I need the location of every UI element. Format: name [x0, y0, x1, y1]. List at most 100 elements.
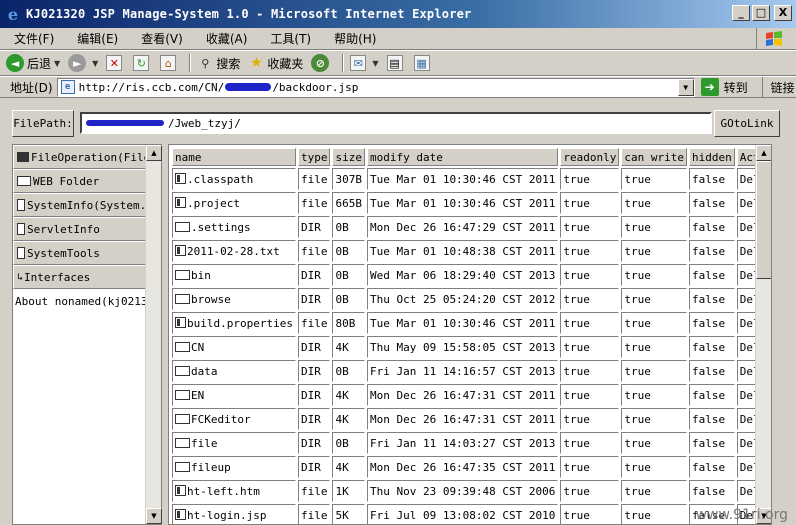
- file-name-cell[interactable]: file: [172, 432, 296, 454]
- file-type-cell: DIR: [297, 288, 331, 310]
- file-date-cell-text: Fri Jul 09 13:08:02 CST 2010: [369, 508, 556, 522]
- scroll-up-button[interactable]: ▲: [146, 145, 162, 161]
- print-button[interactable]: ▤: [386, 55, 406, 71]
- file-name-cell[interactable]: EN: [172, 384, 296, 406]
- left-nav: FileOperation(File. WEB Folder SystemInf…: [12, 144, 162, 525]
- file-type-cell-text: DIR: [300, 340, 321, 354]
- scroll-up-button[interactable]: ▲: [756, 145, 771, 161]
- window-controls: _ □ X: [732, 5, 792, 21]
- page-content: FilePath: /Jweb_tzyj/ GOtoLink FileOpera…: [0, 100, 796, 525]
- nav-item-about[interactable]: About nonamed(kj021320: [13, 289, 147, 313]
- nav-item-interfaces[interactable]: ↳ Interfaces: [13, 265, 147, 289]
- search-label: 搜索: [216, 56, 241, 71]
- file-name-cell[interactable]: 2011-02-28.txt: [172, 240, 296, 262]
- hidden-cell-text: false: [692, 220, 726, 234]
- nav-item-label: FileOperation(File.: [31, 150, 147, 164]
- file-date-cell-text: Thu May 09 15:58:05 CST 2013: [369, 340, 556, 354]
- file-type-cell-text: DIR: [300, 412, 321, 426]
- stop-icon: ✕: [106, 55, 123, 71]
- refresh-icon: ↻: [133, 55, 150, 71]
- file-size-cell: 665B: [332, 192, 365, 214]
- col-type: type: [297, 148, 331, 166]
- file-name-cell[interactable]: bin: [172, 264, 296, 286]
- table-row: fileup DIR 4K Mon Dec 26 16:47:35 CST 2011 t…: [172, 456, 771, 478]
- edit-page-icon: ▦: [413, 55, 430, 71]
- edit-button[interactable]: ▦: [413, 55, 433, 71]
- file-name-cell[interactable]: FCKeditor: [172, 408, 296, 430]
- readonly-cell: true: [560, 384, 620, 406]
- home-button[interactable]: ⌂: [160, 55, 179, 71]
- file-name-cell[interactable]: .classpath: [172, 168, 296, 190]
- file-name-cell[interactable]: fileup: [172, 456, 296, 478]
- scroll-thumb[interactable]: [756, 161, 771, 279]
- file-date-cell: Mon Dec 26 16:47:31 CST 2011: [366, 384, 559, 406]
- file-name-cell-text: data: [191, 364, 218, 378]
- go-arrow-icon: ➔: [700, 78, 719, 96]
- file-type-cell: DIR: [297, 408, 331, 430]
- file-date-cell-text: Mon Dec 26 16:47:31 CST 2011: [369, 388, 556, 402]
- file-date-cell: Thu Oct 25 05:24:20 CST 2012: [366, 288, 559, 310]
- file-name-cell[interactable]: .settings: [172, 216, 296, 238]
- file-type-cell: file: [297, 504, 331, 524]
- forward-button[interactable]: ► ▼: [68, 54, 98, 72]
- file-list-scrollbar[interactable]: ▲ ▼: [755, 145, 771, 524]
- nav-item-system-tools[interactable]: SystemTools: [13, 241, 147, 265]
- scroll-down-button[interactable]: ▼: [146, 508, 162, 524]
- menu-help[interactable]: 帮助(H): [320, 30, 385, 47]
- hidden-cell: false: [689, 408, 735, 430]
- filepath-button[interactable]: FilePath:: [12, 110, 74, 137]
- file-name-cell[interactable]: ht-left.htm: [172, 480, 296, 502]
- menu-view[interactable]: 查看(V): [127, 30, 192, 47]
- folder-icon: [175, 365, 190, 376]
- can-write-cell: true: [621, 336, 687, 358]
- nav-item-file-operation[interactable]: FileOperation(File.: [13, 145, 147, 169]
- back-button[interactable]: ◄ 后退 ▼: [6, 54, 60, 72]
- file-date-cell: Mon Dec 26 16:47:29 CST 2011: [366, 216, 559, 238]
- menu-file[interactable]: 文件(F): [0, 30, 63, 47]
- menu-favorites[interactable]: 收藏(A): [192, 30, 257, 47]
- file-type-cell: file: [297, 168, 331, 190]
- filepath-input[interactable]: /Jweb_tzyj/: [80, 112, 712, 134]
- file-type-cell: DIR: [297, 456, 331, 478]
- readonly-cell: true: [560, 432, 620, 454]
- table-row: data DIR 0B Fri Jan 11 14:16:57 CST 2013 tru…: [172, 360, 771, 382]
- menu-edit[interactable]: 编辑(E): [63, 30, 127, 47]
- gotolink-button[interactable]: GOtoLink: [714, 110, 780, 137]
- left-nav-scrollbar[interactable]: ▲ ▼: [145, 145, 162, 524]
- close-button[interactable]: X: [774, 5, 792, 21]
- mail-button[interactable]: ✉ ▼: [350, 55, 379, 71]
- minimize-button[interactable]: _: [732, 5, 750, 21]
- file-type-cell: DIR: [297, 360, 331, 382]
- file-name-cell-text: 2011-02-28.txt: [187, 244, 280, 258]
- redaction-mark: [86, 120, 164, 126]
- refresh-button[interactable]: ↻: [133, 55, 152, 71]
- address-dropdown-button[interactable]: ▼: [677, 78, 694, 96]
- links-button[interactable]: 链接: [761, 77, 795, 97]
- nav-item-web-folder[interactable]: WEB Folder: [13, 169, 147, 193]
- file-name-cell[interactable]: build.properties: [172, 312, 296, 334]
- file-type-cell: file: [297, 480, 331, 502]
- favorites-button[interactable]: ★ 收藏夹: [248, 55, 303, 72]
- readonly-cell-text: true: [563, 268, 590, 282]
- maximize-button[interactable]: □: [752, 5, 770, 21]
- nav-item-system-info[interactable]: SystemInfo(System.cl: [13, 193, 147, 217]
- go-button[interactable]: ➔ 转到: [700, 78, 748, 96]
- mail-icon: ✉: [350, 55, 367, 71]
- file-size-cell-text: 0B: [335, 364, 349, 378]
- hidden-cell: false: [689, 168, 735, 190]
- stop-button[interactable]: ✕: [106, 55, 125, 71]
- menu-tools[interactable]: 工具(T): [256, 30, 320, 47]
- search-button[interactable]: ⚲ 搜索: [197, 55, 240, 72]
- can-write-cell: true: [621, 480, 687, 502]
- file-name-cell[interactable]: CN: [172, 336, 296, 358]
- file-name-cell[interactable]: browse: [172, 288, 296, 310]
- nav-item-servlet-info[interactable]: ServletInfo: [13, 217, 147, 241]
- nav-item-label: About nonamed(kj021320: [15, 294, 147, 308]
- file-name-cell[interactable]: data: [172, 360, 296, 382]
- file-name-cell[interactable]: .project: [172, 192, 296, 214]
- table-row: ht-login.jsp file 5K Fri Jul 09 13:08:02 CS…: [172, 504, 771, 524]
- media-button[interactable]: ⊘: [311, 54, 332, 72]
- go-label: 转到: [723, 80, 748, 95]
- file-name-cell[interactable]: ht-login.jsp: [172, 504, 296, 524]
- address-input[interactable]: e http://ris.ccb.com/CN/ /backdoor.jsp ▼: [56, 77, 695, 97]
